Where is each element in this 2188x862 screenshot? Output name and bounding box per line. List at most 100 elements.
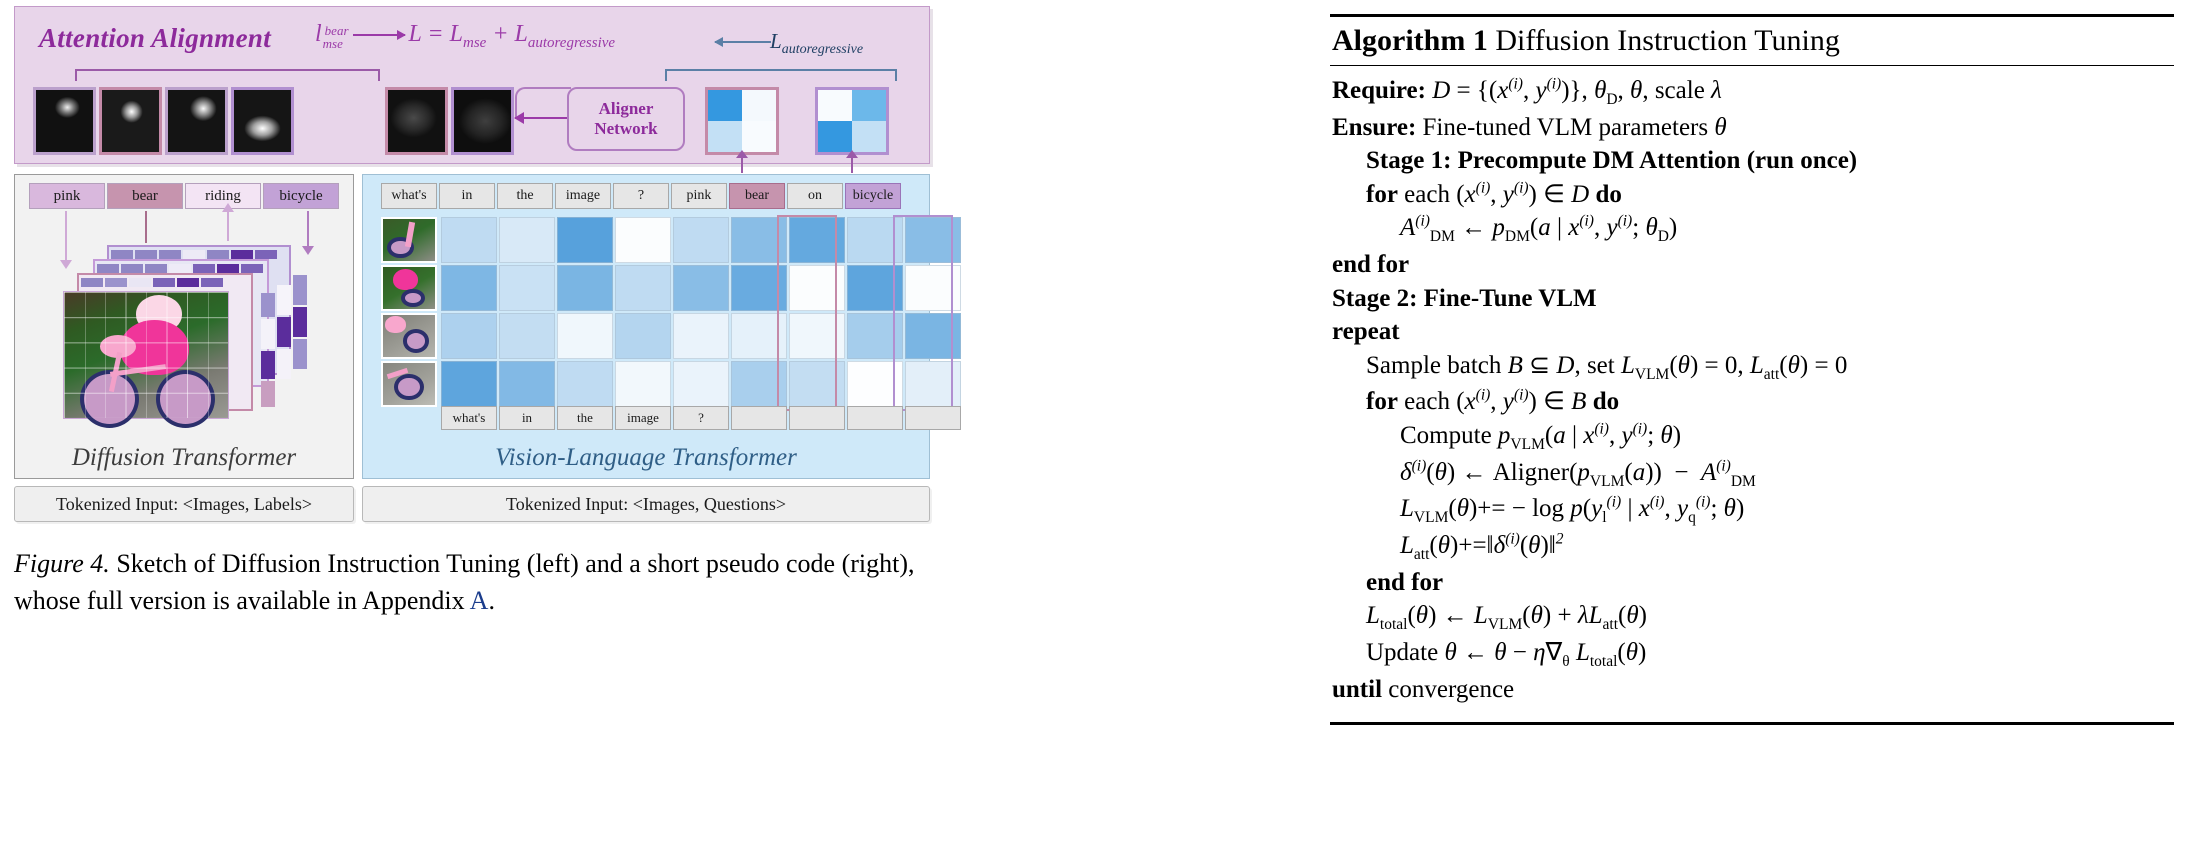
attention-map-riding xyxy=(165,87,228,155)
algorithm-line-until: until convergence xyxy=(1332,673,2172,707)
vl-bottom-token-blank-2 xyxy=(789,406,845,430)
dt-layer-stack xyxy=(15,175,355,435)
figure-caption: Figure 4. Sketch of Diffusion Instructio… xyxy=(14,546,930,620)
algorithm-rule-bottom xyxy=(1330,722,2174,726)
vl-bottom-token-image: image xyxy=(615,406,671,430)
heatmap-cell xyxy=(499,313,555,359)
heatmap-cell xyxy=(557,265,613,311)
figure-column: Attention Alignment l bear mse L = Lmse + L… xyxy=(14,6,961,856)
aligner-arrow-icon xyxy=(514,112,567,124)
algorithm-line-repeat: repeat xyxy=(1332,318,1400,346)
matrix-bicycle-uplink-icon xyxy=(846,150,858,173)
heatmap-cell xyxy=(847,217,903,263)
loss-equation: l bear mse L = Lmse + Lautoregressive xyxy=(315,21,616,52)
heatmap-cell xyxy=(731,265,787,311)
heatmap-cell xyxy=(731,313,787,359)
compute-word: Compute xyxy=(1400,421,1492,449)
heatmap-cell xyxy=(557,217,613,263)
loss-eq-sub1: mse xyxy=(462,34,487,51)
algorithm-line-endfor-2: end for xyxy=(1366,568,1444,596)
loss-subscript: mse xyxy=(322,36,343,52)
heatmap-cell xyxy=(615,265,671,311)
heatmap-cell xyxy=(673,265,729,311)
attention-alignment-title: Attention Alignment xyxy=(39,23,272,53)
loss-arrow-icon xyxy=(352,30,406,41)
heatmap-cell xyxy=(905,217,961,263)
set-word: set xyxy=(1586,351,1615,379)
algorithm-line-delta: δ(i)(θ) ← Aligner(pVLM(a)) − A(i)DM xyxy=(1400,457,1756,490)
heatmap-cell xyxy=(847,265,903,311)
aligner-output-maps xyxy=(385,87,514,155)
heatmap-cell xyxy=(441,265,497,311)
vl-token-in: in xyxy=(439,183,495,209)
vl-bottom-token-blank-3 xyxy=(847,406,903,430)
algorithm-line-adm: A(i)DM ← pDM(a | x(i), y(i); θD) xyxy=(1400,212,1678,246)
autoregressive-arrow-icon xyxy=(714,37,771,47)
vl-bottom-tokens: what's in the image ? xyxy=(441,406,961,430)
heatmap-cell xyxy=(789,265,845,311)
vl-bottom-token-question: ? xyxy=(673,406,729,430)
matrix-bear-uplink-icon xyxy=(736,150,748,173)
aligner-map-bear xyxy=(385,87,448,155)
scale-word: scale xyxy=(1654,77,1705,104)
appendix-link[interactable]: A xyxy=(470,586,489,615)
attention-map-bicycle xyxy=(231,87,294,155)
heatmap-cell xyxy=(789,313,845,359)
require-keyword: Require: xyxy=(1332,77,1426,104)
until-keyword: until xyxy=(1332,675,1383,703)
heatmap-cell xyxy=(905,313,961,359)
ensure-text: Fine-tuned VLM parameters xyxy=(1422,113,1709,141)
algorithm-line-sample: Sample batch B ⊆ D, set LVLM(θ) = 0, Lat… xyxy=(1366,351,1848,383)
update-word: Update xyxy=(1366,639,1439,667)
heatmap-cell xyxy=(615,313,671,359)
vl-attention-heatmap xyxy=(441,217,961,407)
attention-map-bear xyxy=(99,87,162,155)
algorithm-line-stage2: Stage 2: Fine-Tune VLM xyxy=(1332,284,1597,312)
heatmap-cell xyxy=(441,313,497,359)
heatmap-cell xyxy=(789,217,845,263)
until-text: convergence xyxy=(1388,675,1515,703)
heatmap-cell xyxy=(499,265,555,311)
autoregressive-label-base: L xyxy=(770,29,782,53)
do-keyword-1: do xyxy=(1595,180,1622,208)
dm-attention-maps xyxy=(33,87,294,155)
heatmap-cell xyxy=(731,217,787,263)
heatmap-cell xyxy=(673,361,729,407)
heatmap-cell xyxy=(441,361,497,407)
figure-number: Figure 4. xyxy=(14,549,110,578)
vl-token-bear: bear xyxy=(729,183,785,209)
figure-caption-text: Sketch of Diffusion Instruction Tuning (… xyxy=(14,549,915,615)
aligner-label-line1: Aligner xyxy=(598,99,654,119)
vl-token-image: image xyxy=(555,183,611,209)
transformer-panels: pink bear riding bicycle Diffusion Trans… xyxy=(14,174,961,479)
aligner-network-box: Aligner Network xyxy=(567,87,685,151)
loss-eq-sub2: autoregressive xyxy=(527,34,616,51)
tokenized-input-left: Tokenized Input: <Images, Labels> xyxy=(14,486,354,522)
algorithm-line-stage1: Stage 1: Precompute DM Attention (run on… xyxy=(1366,147,1858,175)
algorithm-block: Algorithm 1 Diffusion Instruction Tuning… xyxy=(1330,14,2174,726)
vl-bottom-token-whats: what's xyxy=(441,406,497,430)
algorithm-line-endfor-1: end for xyxy=(1332,251,1410,279)
sample-text: Sample batch xyxy=(1366,351,1502,379)
heatmap-cell xyxy=(615,361,671,407)
algorithm-line-latt: Latt(θ)+=‖δ(i)(θ)‖2 xyxy=(1400,530,1564,564)
heatmap-cell xyxy=(673,313,729,359)
aligner-matrix-bear xyxy=(705,87,779,155)
vl-patch-4 xyxy=(381,361,437,407)
vl-token-the: the xyxy=(497,183,553,209)
vision-language-transformer-panel: what's in the image ? pink bear on bicyc… xyxy=(362,174,961,479)
figure-page: Attention Alignment l bear mse L = Lmse + L… xyxy=(0,0,2188,862)
heatmap-cell xyxy=(615,217,671,263)
aligner-matrix-bicycle xyxy=(815,87,889,155)
vl-bottom-token-the: the xyxy=(557,406,613,430)
algorithm-line-update: Update θ ← θ − η∇θ Ltotal(θ) xyxy=(1366,639,1647,671)
vl-token-on: on xyxy=(787,183,843,209)
algorithm-header: Algorithm 1 Diffusion Instruction Tuning xyxy=(1330,17,2174,65)
autoregressive-label: Lautoregressive xyxy=(770,29,863,58)
aligner-label-line2: Network xyxy=(594,119,658,138)
log-word: log xyxy=(1532,495,1565,523)
each-word-1: each xyxy=(1404,180,1450,208)
vl-patch-3 xyxy=(381,313,437,359)
figure-caption-end: . xyxy=(488,585,495,615)
attention-map-pink xyxy=(33,87,96,155)
